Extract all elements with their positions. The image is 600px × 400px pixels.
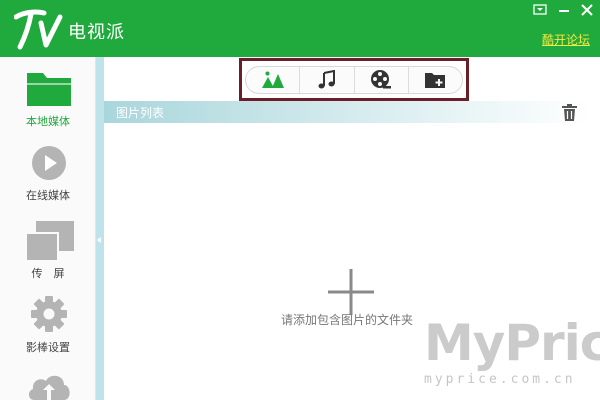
forum-link[interactable]: 酷开论坛 xyxy=(542,31,590,48)
app-name: 电视派 xyxy=(68,22,125,43)
tab-videos[interactable] xyxy=(355,67,409,93)
close-icon[interactable] xyxy=(579,3,595,17)
sidebar-item-device-settings[interactable]: 影棒设置 xyxy=(0,291,96,361)
tab-music[interactable] xyxy=(300,67,355,93)
music-icon xyxy=(318,70,335,89)
gear-icon xyxy=(31,296,67,332)
picture-icon xyxy=(261,71,284,88)
minimize-icon[interactable] xyxy=(556,3,572,17)
tab-add-folder[interactable] xyxy=(409,67,462,93)
empty-hint-text[interactable]: 请添加包含图片的文件夹 xyxy=(281,313,413,327)
tab-pictures[interactable] xyxy=(246,67,301,93)
sidebar: 本地媒体 在线媒体 传 屏 影棒设置 xyxy=(0,57,96,400)
film-reel-icon xyxy=(371,70,392,89)
play-circle-icon xyxy=(32,146,66,180)
sidebar-item-online-media[interactable]: 在线媒体 xyxy=(0,137,96,209)
sidebar-item-cloud[interactable] xyxy=(0,367,96,400)
sidebar-item-screen-cast[interactable]: 传 屏 xyxy=(0,215,96,285)
cloud-upload-icon xyxy=(28,375,70,400)
media-type-toolbar xyxy=(245,66,463,94)
sidebar-item-label: 在线媒体 xyxy=(26,189,70,202)
watermark-logo: MyPrice xyxy=(424,314,600,372)
sidebar-collapse-handle[interactable] xyxy=(96,57,104,400)
sidebar-item-label: 影棒设置 xyxy=(26,341,70,354)
folder-icon xyxy=(27,73,71,106)
list-title: 图片列表 xyxy=(116,106,165,120)
add-folder-icon xyxy=(425,73,446,88)
sidebar-item-label: 本地媒体 xyxy=(26,115,70,128)
tv-logo-icon xyxy=(14,9,63,50)
dropdown-icon[interactable] xyxy=(532,3,548,17)
screen-cast-icon xyxy=(25,221,74,262)
collapse-arrow-icon xyxy=(97,237,101,243)
media-type-toolbar-highlight xyxy=(239,58,469,101)
watermark-url: myprice.com.cn xyxy=(424,372,576,387)
trash-icon[interactable] xyxy=(562,104,577,121)
sidebar-item-local-media[interactable]: 本地媒体 xyxy=(0,57,96,131)
sidebar-item-label: 传 屏 xyxy=(31,267,65,280)
title-bar: 电视派 酷开论坛 xyxy=(0,0,600,57)
list-header: 图片列表 xyxy=(104,101,590,123)
